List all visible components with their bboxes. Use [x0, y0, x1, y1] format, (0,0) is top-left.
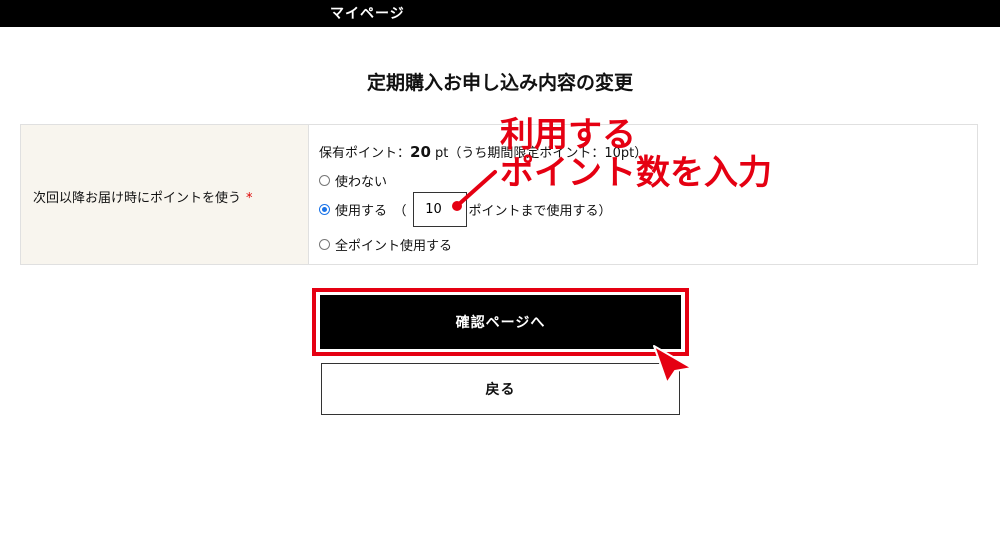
required-mark: * — [246, 191, 253, 206]
points-balance-prefix: 保有ポイント： — [319, 146, 411, 161]
points-amount-input[interactable] — [412, 192, 467, 227]
confirm-page-button[interactable]: 確認ページへ — [320, 295, 681, 349]
option-no-use-label: 使わない — [335, 175, 388, 190]
radio-use-points[interactable] — [319, 204, 330, 215]
page-title: 定期購入お申し込み内容の変更 — [366, 72, 633, 94]
form-value-cell: 保有ポイント：20 pt（うち期間限定ポイント：10pt） 使わない 使用する … — [309, 125, 977, 264]
points-usage-label-text: 次回以降お届け時にポイントを使う — [33, 191, 242, 206]
option-use-all-label: 全ポイント使用する — [335, 239, 453, 254]
points-usage-label: 次回以降お届け時にポイントを使う * — [33, 187, 253, 206]
option-use-points[interactable]: 使用する （ ポイントまで使用する） — [319, 192, 612, 227]
points-form-table: 次回以降お届け時にポイントを使う * 保有ポイント：20 pt（うち期間限定ポイン… — [20, 124, 978, 265]
option-no-use[interactable]: 使わない — [319, 171, 387, 190]
option-use-all[interactable]: 全ポイント使用する — [319, 235, 452, 254]
form-label-cell: 次回以降お届け時にポイントを使う * — [21, 125, 309, 264]
radio-use-all[interactable] — [319, 239, 330, 250]
top-bar: マイページ — [0, 0, 1000, 27]
option-use-suffix: ポイントまで使用する） — [468, 204, 612, 219]
annotation-line2: ポイント数を入力 — [500, 153, 772, 193]
option-use-prefix: 使用する （ — [335, 204, 407, 219]
radio-no-use[interactable] — [319, 175, 330, 186]
points-balance-value: 20 — [410, 143, 431, 161]
annotation-line1: 利用する — [500, 115, 636, 155]
mypage-link[interactable]: マイページ — [330, 3, 405, 23]
back-button[interactable]: 戻る — [321, 363, 680, 415]
